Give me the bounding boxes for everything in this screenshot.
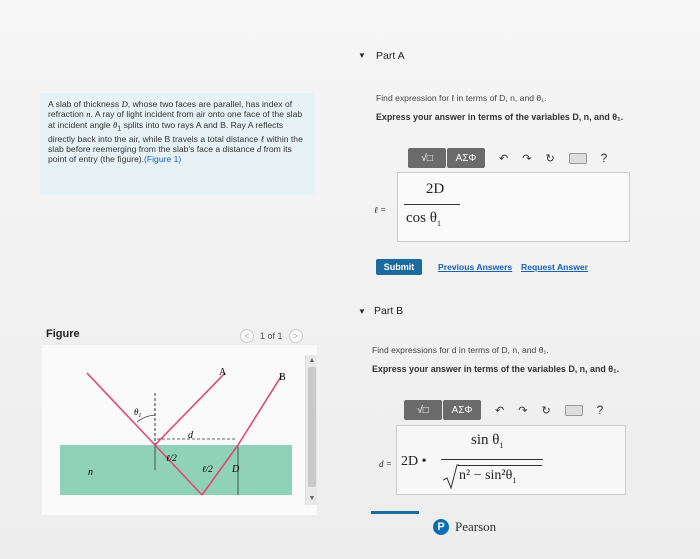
- pearson-logo: P: [433, 519, 449, 535]
- figure-link[interactable]: (Figure 1): [144, 154, 181, 164]
- part-b-toolbar: √□ ΑΣΦ ↶ ↷ ↻ ?: [404, 400, 603, 420]
- toolbar-group: √□ ΑΣΦ: [404, 400, 481, 420]
- problem-statement: A slab of thickness D, whose two faces a…: [40, 93, 315, 195]
- fraction-bar: [441, 459, 543, 460]
- pearson-text: Pearson: [455, 519, 497, 534]
- figure-scrollbar[interactable]: ▲ ▼: [305, 355, 317, 505]
- next-figure-button[interactable]: >: [288, 329, 303, 343]
- symbols-button[interactable]: ΑΣΦ: [443, 400, 481, 420]
- figure-panel: θ1 A B d ℓ/2 ℓ/2 D n: [42, 345, 317, 515]
- part-b-lhs: d =: [379, 459, 392, 469]
- page: A slab of thickness D, whose two faces a…: [0, 0, 700, 559]
- part-a-collapse-icon[interactable]: ▼: [358, 51, 366, 60]
- help-icon[interactable]: ?: [597, 403, 604, 417]
- part-a-numerator: 2D: [425, 181, 445, 197]
- previous-answers-link[interactable]: Previous Answers: [438, 262, 512, 272]
- part-b-title: Part B: [374, 305, 404, 317]
- label-D: D: [231, 464, 240, 475]
- keyboard-icon[interactable]: [568, 152, 587, 164]
- submit-button[interactable]: Submit: [376, 259, 422, 275]
- templates-button[interactable]: √□: [404, 400, 442, 420]
- help-icon[interactable]: ?: [601, 151, 608, 165]
- part-a-title: Part A: [376, 50, 405, 62]
- templates-button[interactable]: √□: [408, 148, 446, 168]
- part-a-answer-field[interactable]: ℓ = 2D cos θ1: [374, 172, 630, 242]
- undo-icon[interactable]: ↶: [499, 152, 508, 165]
- request-answer-link[interactable]: Request Answer: [521, 262, 588, 272]
- ray-B-exit: [237, 374, 283, 446]
- problem-text: A slab of thickness: [48, 99, 122, 109]
- part-a-lhs: ℓ =: [374, 205, 387, 215]
- label-l-half-1: ℓ/2: [166, 453, 177, 463]
- reset-icon[interactable]: ↻: [545, 152, 554, 165]
- redo-icon[interactable]: ↷: [518, 404, 527, 417]
- scroll-up-icon[interactable]: ▲: [308, 357, 316, 365]
- toolbar-group: √□ ΑΣΦ: [408, 148, 485, 168]
- sqrt-bar: [458, 465, 542, 466]
- part-b-instruction: Express your answer in terms of the vari…: [372, 364, 620, 374]
- keyboard-icon[interactable]: [564, 404, 583, 416]
- label-B: B: [279, 372, 286, 383]
- part-a-toolbar: √□ ΑΣΦ ↶ ↷ ↻ ?: [408, 148, 607, 168]
- fraction-bar: [404, 204, 460, 205]
- figure-pager: < 1 of 1 >: [240, 329, 303, 343]
- incident-ray: [86, 372, 156, 446]
- slab-diagram: θ1 A B d ℓ/2 ℓ/2 D n: [60, 367, 292, 496]
- part-b-numerator: sin θ1: [471, 432, 504, 450]
- scroll-down-icon[interactable]: ▼: [308, 495, 316, 503]
- scroll-thumb[interactable]: [308, 367, 316, 487]
- progress-bar: [371, 511, 419, 514]
- redo-icon[interactable]: ↷: [522, 152, 531, 165]
- pager-text: 1 of 1: [260, 331, 283, 341]
- label-n: n: [88, 467, 93, 478]
- part-b-answer-field[interactable]: d = 2D • sin θ1 n² − sin²θ1: [379, 425, 626, 495]
- label-theta: θ1: [134, 407, 141, 419]
- part-b-denominator: n² − sin²θ1: [459, 468, 517, 485]
- part-b-collapse-icon[interactable]: ▼: [358, 307, 366, 316]
- part-b-prompt: Find expressions for d in terms of D, n,…: [372, 345, 549, 355]
- reset-icon[interactable]: ↻: [541, 404, 550, 417]
- pearson-brand: P Pearson: [433, 519, 496, 535]
- part-a-prompt: Find expression for ℓ in terms of D, n, …: [376, 93, 547, 103]
- symbols-button[interactable]: ΑΣΦ: [447, 148, 485, 168]
- undo-icon[interactable]: ↶: [495, 404, 504, 417]
- part-b-coefficient: 2D •: [401, 454, 427, 469]
- part-a-instruction: Express your answer in terms of the vari…: [376, 112, 624, 122]
- label-A: A: [219, 367, 227, 378]
- part-a-denominator: cos θ1: [406, 210, 441, 228]
- prev-figure-button[interactable]: <: [240, 329, 254, 343]
- sqrt-icon: [443, 464, 459, 490]
- label-l-half-2: ℓ/2: [202, 464, 213, 474]
- figure-title: Figure: [46, 328, 80, 340]
